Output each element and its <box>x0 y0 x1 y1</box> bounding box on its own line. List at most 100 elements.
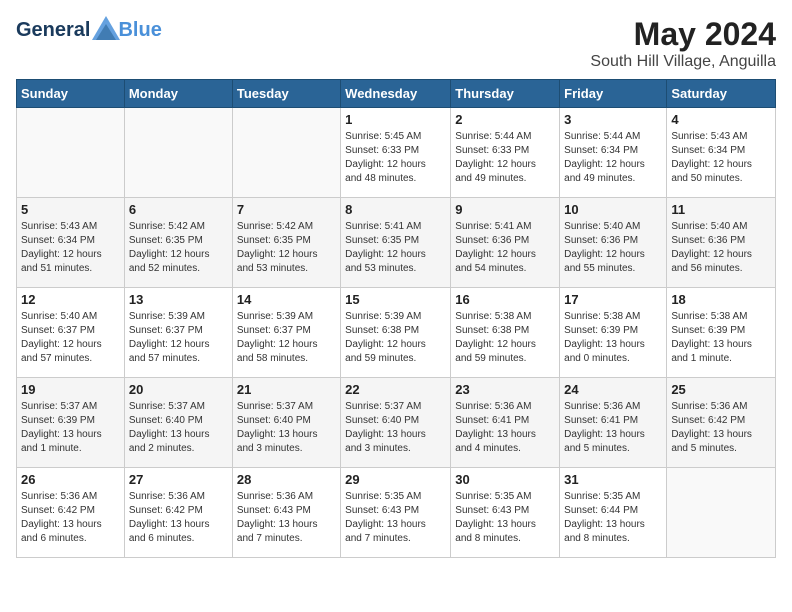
day-number: 20 <box>129 382 228 397</box>
day-number: 2 <box>455 112 555 127</box>
day-number: 31 <box>564 472 662 487</box>
calendar-cell: 18Sunrise: 5:38 AMSunset: 6:39 PMDayligh… <box>667 288 776 378</box>
calendar-cell: 8 Sunrise: 5:41 AMSunset: 6:35 PMDaylight… <box>341 198 451 288</box>
calendar-table: SundayMondayTuesdayWednesdayThursdayFrid… <box>16 79 776 558</box>
calendar-cell: 28Sunrise: 5:36 AMSunset: 6:43 PMDayligh… <box>232 468 340 558</box>
day-number: 7 <box>237 202 336 217</box>
calendar-cell: 12Sunrise: 5:40 AMSunset: 6:37 PMDayligh… <box>17 288 125 378</box>
logo-text: General <box>16 16 120 45</box>
calendar-cell <box>232 108 340 198</box>
day-number: 22 <box>345 382 446 397</box>
day-info: Sunrise: 5:43 AMSunset: 6:34 PMDaylight:… <box>21 220 120 276</box>
day-info: Sunrise: 5:38 AMSunset: 6:38 PMDaylight:… <box>455 310 555 366</box>
day-info: Sunrise: 5:39 AMSunset: 6:37 PMDaylight:… <box>237 310 336 366</box>
calendar-cell: 1 Sunrise: 5:45 AMSunset: 6:33 PMDaylight… <box>341 108 451 198</box>
day-info: Sunrise: 5:36 AMSunset: 6:43 PMDaylight:… <box>237 490 336 546</box>
day-info: Sunrise: 5:42 AMSunset: 6:35 PMDaylight:… <box>129 220 228 276</box>
day-number: 17 <box>564 292 662 307</box>
calendar-cell <box>124 108 232 198</box>
day-info: Sunrise: 5:41 AMSunset: 6:35 PMDaylight:… <box>345 220 446 276</box>
calendar-cell: 14 Sunrise: 5:39 AMSunset: 6:37 PMDayligh… <box>232 288 340 378</box>
day-info: Sunrise: 5:36 AMSunset: 6:42 PMDaylight:… <box>129 490 228 546</box>
day-info: Sunrise: 5:37 AMSunset: 6:40 PMDaylight:… <box>129 400 228 456</box>
calendar-cell: 15Sunrise: 5:39 AMSunset: 6:38 PMDayligh… <box>341 288 451 378</box>
calendar-week-row: 26 Sunrise: 5:36 AMSunset: 6:42 PMDayligh… <box>17 468 776 558</box>
page-header: General Blue May 2024 South Hill Village… <box>16 16 776 71</box>
column-header-tuesday: Tuesday <box>232 80 340 108</box>
calendar-cell: 31Sunrise: 5:35 AMSunset: 6:44 PMDayligh… <box>560 468 667 558</box>
day-info: Sunrise: 5:37 AMSunset: 6:40 PMDaylight:… <box>345 400 446 456</box>
calendar-cell: 20 Sunrise: 5:37 AMSunset: 6:40 PMDayligh… <box>124 378 232 468</box>
calendar-cell: 10Sunrise: 5:40 AMSunset: 6:36 PMDayligh… <box>560 198 667 288</box>
calendar-week-row: 5 Sunrise: 5:43 AMSunset: 6:34 PMDaylight… <box>17 198 776 288</box>
logo-blue: Blue <box>118 19 161 42</box>
column-header-saturday: Saturday <box>667 80 776 108</box>
day-info: Sunrise: 5:35 AMSunset: 6:43 PMDaylight:… <box>455 490 555 546</box>
calendar-cell: 4 Sunrise: 5:43 AMSunset: 6:34 PMDaylight… <box>667 108 776 198</box>
day-info: Sunrise: 5:36 AMSunset: 6:42 PMDaylight:… <box>21 490 120 546</box>
calendar-week-row: 19Sunrise: 5:37 AMSunset: 6:39 PMDayligh… <box>17 378 776 468</box>
day-number: 8 <box>345 202 446 217</box>
day-info: Sunrise: 5:40 AMSunset: 6:37 PMDaylight:… <box>21 310 120 366</box>
calendar-cell: 17 Sunrise: 5:38 AMSunset: 6:39 PMDayligh… <box>560 288 667 378</box>
column-header-monday: Monday <box>124 80 232 108</box>
day-info: Sunrise: 5:39 AMSunset: 6:37 PMDaylight:… <box>129 310 228 366</box>
calendar-cell: 13 Sunrise: 5:39 AMSunset: 6:37 PMDayligh… <box>124 288 232 378</box>
day-info: Sunrise: 5:36 AMSunset: 6:41 PMDaylight:… <box>564 400 662 456</box>
day-number: 6 <box>129 202 228 217</box>
day-info: Sunrise: 5:36 AMSunset: 6:42 PMDaylight:… <box>671 400 771 456</box>
calendar-header-row: SundayMondayTuesdayWednesdayThursdayFrid… <box>17 80 776 108</box>
day-number: 24 <box>564 382 662 397</box>
day-number: 13 <box>129 292 228 307</box>
calendar-cell <box>667 468 776 558</box>
day-info: Sunrise: 5:41 AMSunset: 6:36 PMDaylight:… <box>455 220 555 276</box>
calendar-week-row: 12Sunrise: 5:40 AMSunset: 6:37 PMDayligh… <box>17 288 776 378</box>
day-info: Sunrise: 5:42 AMSunset: 6:35 PMDaylight:… <box>237 220 336 276</box>
calendar-cell: 5 Sunrise: 5:43 AMSunset: 6:34 PMDaylight… <box>17 198 125 288</box>
day-number: 23 <box>455 382 555 397</box>
day-number: 18 <box>671 292 771 307</box>
day-number: 21 <box>237 382 336 397</box>
day-info: Sunrise: 5:36 AMSunset: 6:41 PMDaylight:… <box>455 400 555 456</box>
calendar-cell: 21Sunrise: 5:37 AMSunset: 6:40 PMDayligh… <box>232 378 340 468</box>
logo: General Blue <box>16 16 162 45</box>
month-year-title: May 2024 <box>590 16 776 53</box>
calendar-cell <box>17 108 125 198</box>
day-number: 3 <box>564 112 662 127</box>
calendar-cell: 22 Sunrise: 5:37 AMSunset: 6:40 PMDayligh… <box>341 378 451 468</box>
calendar-cell: 30Sunrise: 5:35 AMSunset: 6:43 PMDayligh… <box>451 468 560 558</box>
day-info: Sunrise: 5:45 AMSunset: 6:33 PMDaylight:… <box>345 130 446 186</box>
calendar-cell: 19Sunrise: 5:37 AMSunset: 6:39 PMDayligh… <box>17 378 125 468</box>
day-info: Sunrise: 5:40 AMSunset: 6:36 PMDaylight:… <box>671 220 771 276</box>
calendar-cell: 27 Sunrise: 5:36 AMSunset: 6:42 PMDayligh… <box>124 468 232 558</box>
day-number: 9 <box>455 202 555 217</box>
day-number: 1 <box>345 112 446 127</box>
day-number: 5 <box>21 202 120 217</box>
day-info: Sunrise: 5:38 AMSunset: 6:39 PMDaylight:… <box>564 310 662 366</box>
calendar-cell: 9 Sunrise: 5:41 AMSunset: 6:36 PMDaylight… <box>451 198 560 288</box>
day-number: 27 <box>129 472 228 487</box>
day-info: Sunrise: 5:35 AMSunset: 6:43 PMDaylight:… <box>345 490 446 546</box>
title-block: May 2024 South Hill Village, Anguilla <box>590 16 776 71</box>
column-header-thursday: Thursday <box>451 80 560 108</box>
calendar-cell: 3Sunrise: 5:44 AMSunset: 6:34 PMDaylight… <box>560 108 667 198</box>
calendar-cell: 11 Sunrise: 5:40 AMSunset: 6:36 PMDayligh… <box>667 198 776 288</box>
location-subtitle: South Hill Village, Anguilla <box>590 53 776 71</box>
day-number: 25 <box>671 382 771 397</box>
day-number: 4 <box>671 112 771 127</box>
day-number: 11 <box>671 202 771 217</box>
calendar-cell: 26 Sunrise: 5:36 AMSunset: 6:42 PMDayligh… <box>17 468 125 558</box>
day-number: 29 <box>345 472 446 487</box>
calendar-week-row: 1 Sunrise: 5:45 AMSunset: 6:33 PMDaylight… <box>17 108 776 198</box>
calendar-cell: 7 Sunrise: 5:42 AMSunset: 6:35 PMDaylight… <box>232 198 340 288</box>
calendar-cell: 2 Sunrise: 5:44 AMSunset: 6:33 PMDaylight… <box>451 108 560 198</box>
day-number: 26 <box>21 472 120 487</box>
day-number: 14 <box>237 292 336 307</box>
day-info: Sunrise: 5:44 AMSunset: 6:33 PMDaylight:… <box>455 130 555 186</box>
day-info: Sunrise: 5:43 AMSunset: 6:34 PMDaylight:… <box>671 130 771 186</box>
day-number: 16 <box>455 292 555 307</box>
calendar-cell: 6 Sunrise: 5:42 AMSunset: 6:35 PMDaylight… <box>124 198 232 288</box>
day-info: Sunrise: 5:37 AMSunset: 6:39 PMDaylight:… <box>21 400 120 456</box>
day-number: 15 <box>345 292 446 307</box>
calendar-cell: 24 Sunrise: 5:36 AMSunset: 6:41 PMDayligh… <box>560 378 667 468</box>
